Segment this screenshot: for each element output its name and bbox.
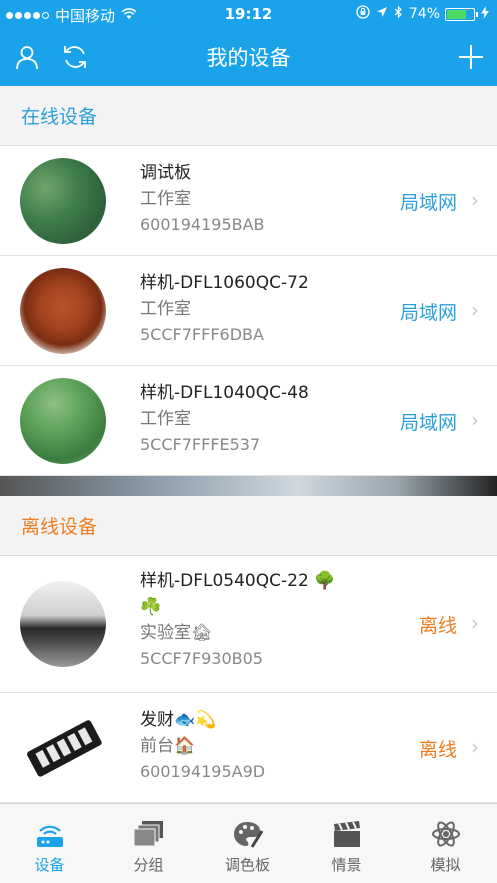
tab-label: 调色板 [224,856,270,874]
nav-bar: 我的设备 [0,32,497,82]
chevron-right-icon: › [471,611,479,635]
scene-icon [331,818,363,850]
chevron-right-icon: › [471,188,479,212]
device-mac: 600194195BAB [140,215,265,234]
device-name: 发财🐟💫 [140,710,217,730]
tab-simulate[interactable]: 模拟 [396,804,495,883]
chevron-right-icon: › [471,408,479,432]
device-name: 样机-DFL1060QC-72 [140,273,309,293]
device-avatar [20,378,106,464]
plus-icon[interactable] [456,42,486,72]
device-mac: 600194195A9D [140,762,266,781]
group-icon [133,818,165,850]
device-status: 局域网 [399,302,457,324]
device-avatar [20,705,106,791]
device-avatar [20,268,106,354]
device-room: 工作室 [140,299,191,319]
section-divider-image [0,476,497,496]
battery-icon [445,7,475,21]
device-room: 工作室 [140,409,191,429]
device-avatar [20,158,106,244]
charging-icon [481,5,489,23]
device-room: 前台🏠 [140,736,196,756]
page-title: 我的设备 [206,46,291,70]
offline-section-header: 离线设备 [0,496,497,556]
device-mac: 5CCF7F930B05 [140,649,263,668]
device-avatar [20,581,106,667]
status-right: 74% [350,5,489,23]
status-bar: 中国移动 19:12 74% [0,0,497,30]
router-icon [34,818,66,850]
device-mac: 5CCF7FFF6DBA [140,325,264,344]
palette-icon [232,818,264,850]
tab-devices[interactable]: 设备 [0,804,99,883]
device-row[interactable]: 样机-DFL1040QC-48 工作室 5CCF7FFFE537 局域网 › [0,366,497,476]
device-row[interactable]: 发财🐟💫 前台🏠 600194195A9D 离线 › [0,693,497,803]
device-row[interactable]: 调试板 工作室 600194195BAB 局域网 › [0,146,497,256]
device-mac: 5CCF7FFFE537 [140,435,261,454]
device-row[interactable]: 样机-DFL0540QC-22 🌳 ☘️ 实验室🏚 5CCF7F930B05 离… [0,556,497,693]
online-section-header: 在线设备 [0,86,497,146]
device-name: 调试板 [140,163,191,183]
tab-palette[interactable]: 调色板 [198,804,297,883]
bluetooth-icon [394,5,403,23]
tab-scenes[interactable]: 情景 [297,804,396,883]
tab-label: 情景 [331,856,362,874]
device-name: 样机-DFL0540QC-22 🌳 [140,571,336,591]
battery-label: 74% [408,6,440,22]
device-name: 样机-DFL1040QC-48 [140,383,309,403]
device-room: 实验室🏚 [140,623,213,643]
chevron-right-icon: › [471,298,479,322]
tab-groups[interactable]: 分组 [99,804,198,883]
tab-label: 分组 [133,856,164,874]
lock-rotation-icon [356,5,370,23]
tab-bar: 设备 分组 调色板 情景 模拟 [0,803,497,883]
top-bar: 中国移动 19:12 74% 我的设备 [0,0,497,88]
device-status: 离线 [418,739,457,761]
device-row[interactable]: 样机-DFL1060QC-72 工作室 5CCF7FFF6DBA 局域网 › [0,256,497,366]
tab-label: 模拟 [430,856,461,874]
device-status: 局域网 [399,412,457,434]
device-room: 工作室 [140,189,191,209]
device-status: 离线 [418,615,457,637]
device-status: 局域网 [399,192,457,214]
chevron-right-icon: › [471,735,479,759]
atom-icon [430,818,462,850]
tab-label: 设备 [34,856,65,874]
location-icon [376,6,388,22]
device-name-line2: ☘️ [140,597,162,617]
